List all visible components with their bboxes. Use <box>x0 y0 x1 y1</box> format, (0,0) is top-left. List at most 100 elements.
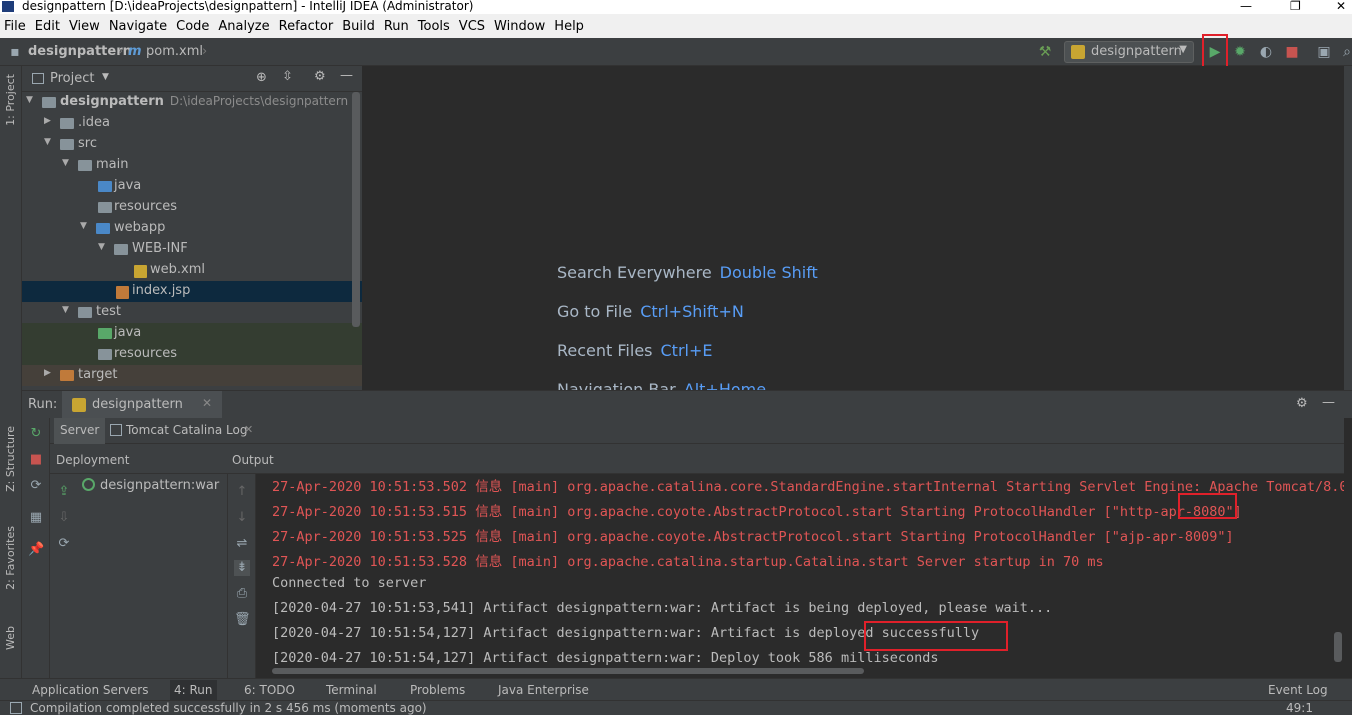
run-configuration-label: designpattern <box>1091 44 1182 59</box>
deployment-header: Deployment Output <box>50 444 1344 474</box>
collapse-arrow-icon[interactable]: ▶ <box>44 116 51 126</box>
tree-item-webapp[interactable]: ▼ webapp <box>22 218 362 239</box>
tool-problems[interactable]: Problems <box>410 683 465 697</box>
breadcrumb-project[interactable]: designpattern <box>28 44 132 59</box>
update-icon[interactable]: ⟳ <box>28 478 44 494</box>
status-bar: Compilation completed successfully in 2 … <box>0 700 1352 715</box>
maximize-icon[interactable]: ❐ <box>1290 0 1301 12</box>
expand-arrow-icon[interactable]: ▼ <box>44 137 51 147</box>
up-arrow-icon[interactable]: ↑ <box>234 484 250 500</box>
expand-arrow-icon[interactable]: ▼ <box>26 95 33 105</box>
project-panel-title[interactable]: Project <box>50 71 94 86</box>
close-tab-icon[interactable]: ✕ <box>244 423 253 436</box>
breadcrumb-file[interactable]: pom.xml <box>146 44 203 59</box>
down-arrow-icon[interactable]: ↓ <box>234 510 250 526</box>
scroll-to-end-icon[interactable]: ⇟ <box>234 560 250 576</box>
tree-item-test-java[interactable]: java <box>22 323 362 344</box>
tree-item-src[interactable]: ▼ src <box>22 134 362 155</box>
rerun-icon[interactable]: ↻ <box>28 426 44 442</box>
search-icon[interactable]: ⌕ <box>1338 43 1352 61</box>
tool-application-servers[interactable]: Application Servers <box>32 683 148 697</box>
hide-icon[interactable]: — <box>1322 395 1335 410</box>
deploy-icon[interactable]: ⇪ <box>56 484 72 500</box>
print-icon[interactable]: ⎙ <box>234 586 250 602</box>
menu-run[interactable]: Run <box>384 19 409 34</box>
menu-help[interactable]: Help <box>554 19 584 34</box>
tree-item-resources[interactable]: resources <box>22 197 362 218</box>
tree-item-index-jsp[interactable]: index.jsp <box>22 281 362 302</box>
expand-arrow-icon[interactable]: ▼ <box>62 158 69 168</box>
menu-window[interactable]: Window <box>494 19 545 34</box>
console-horizontal-scrollbar[interactable] <box>272 668 864 674</box>
tree-item-designpattern[interactable]: ▼ designpattern D:\ideaProjects\designpat… <box>22 92 362 113</box>
build-hammer-icon[interactable]: ⚒ <box>1036 43 1054 61</box>
run-tab-designpattern[interactable]: designpattern ✕ <box>62 391 222 419</box>
deployment-item[interactable]: designpattern:war <box>82 478 219 493</box>
menu-analyze[interactable]: Analyze <box>218 19 269 34</box>
menu-tools[interactable]: Tools <box>418 19 450 34</box>
minimize-icon[interactable]: — <box>1240 0 1252 12</box>
gear-icon[interactable]: ⚙ <box>1296 396 1308 411</box>
tree-item-label: designpattern <box>60 94 164 109</box>
project-scrollbar[interactable] <box>352 92 360 327</box>
output-toolbar: ↑ ↓ ⇌ ⇟ ⎙ 🗑 <box>228 474 256 678</box>
expand-arrow-icon[interactable]: ▼ <box>98 242 105 252</box>
stop-icon[interactable]: ■ <box>28 452 44 468</box>
collapse-all-icon[interactable]: ⇳ <box>282 69 293 84</box>
menu-view[interactable]: View <box>69 19 100 34</box>
stop-icon[interactable]: ■ <box>1283 43 1301 61</box>
tree-item-web-inf[interactable]: ▼ WEB-INF <box>22 239 362 260</box>
chevron-down-icon[interactable]: ▼ <box>102 72 109 82</box>
tab-server[interactable]: Server <box>54 418 106 444</box>
tool-event-log[interactable]: Event Log <box>1268 683 1328 697</box>
tab-tomcat-catalina-log[interactable]: Tomcat Catalina Log <box>104 418 253 444</box>
layout-icon[interactable]: ▦ <box>28 510 44 526</box>
tab-structure[interactable]: Z: Structure <box>4 426 17 492</box>
hide-icon[interactable]: — <box>340 68 353 83</box>
caret-position[interactable]: 49:1 <box>1286 701 1313 715</box>
tree-item-web-xml[interactable]: web.xml <box>22 260 362 281</box>
console-vertical-scrollbar[interactable] <box>1334 632 1342 662</box>
tool-java-enterprise[interactable]: Java Enterprise <box>498 683 589 697</box>
menu-vcs[interactable]: VCS <box>459 19 485 34</box>
resources-folder-icon <box>98 202 112 213</box>
tool-terminal[interactable]: Terminal <box>326 683 377 697</box>
menu-build[interactable]: Build <box>342 19 375 34</box>
menu-refactor[interactable]: Refactor <box>279 19 334 34</box>
undeploy-icon[interactable]: ⇩ <box>56 510 72 526</box>
trash-icon[interactable]: 🗑 <box>234 612 251 628</box>
pin-icon[interactable]: 📌 <box>28 542 44 558</box>
run-window-header: Run: designpattern ✕ ⚙ — <box>22 390 1352 419</box>
run-configuration-selector[interactable]: designpattern ▼ <box>1064 41 1194 63</box>
tree-item-java[interactable]: java <box>22 176 362 197</box>
tool-todo[interactable]: 6: TODO <box>244 683 295 697</box>
project-structure-icon[interactable]: ▣ <box>1315 43 1333 61</box>
collapse-arrow-icon[interactable]: ▶ <box>44 368 51 378</box>
menu-file[interactable]: File <box>4 19 26 34</box>
soft-wrap-icon[interactable]: ⇌ <box>234 536 250 552</box>
menu-navigate[interactable]: Navigate <box>109 19 167 34</box>
folder-icon <box>114 244 128 255</box>
tab-favorites[interactable]: 2: Favorites <box>4 526 17 590</box>
expand-arrow-icon[interactable]: ▼ <box>62 305 69 315</box>
close-tab-icon[interactable]: ✕ <box>202 396 212 410</box>
coverage-icon[interactable]: ◐ <box>1257 43 1275 61</box>
refresh-icon[interactable]: ⟳ <box>56 536 72 552</box>
tool-run[interactable]: 4: Run <box>170 680 217 700</box>
status-toggle-icon[interactable] <box>10 702 22 714</box>
tree-item-idea[interactable]: ▶ .idea <box>22 113 362 134</box>
menu-code[interactable]: Code <box>176 19 209 34</box>
gear-icon[interactable]: ⚙ <box>314 69 326 84</box>
tab-project[interactable]: 1: Project <box>4 74 17 126</box>
tab-web[interactable]: Web <box>4 626 17 650</box>
menu-edit[interactable]: Edit <box>35 19 60 34</box>
tree-item-target[interactable]: ▶ target <box>22 365 362 386</box>
tree-item-test[interactable]: ▼ test <box>22 302 362 323</box>
tree-item-main[interactable]: ▼ main <box>22 155 362 176</box>
close-icon[interactable]: ✕ <box>1336 0 1346 12</box>
debug-icon[interactable]: ✹ <box>1231 43 1249 61</box>
expand-arrow-icon[interactable]: ▼ <box>80 221 87 231</box>
tree-item-label: main <box>96 157 129 172</box>
tree-item-test-resources[interactable]: resources <box>22 344 362 365</box>
locate-icon[interactable]: ⊕ <box>256 70 267 85</box>
